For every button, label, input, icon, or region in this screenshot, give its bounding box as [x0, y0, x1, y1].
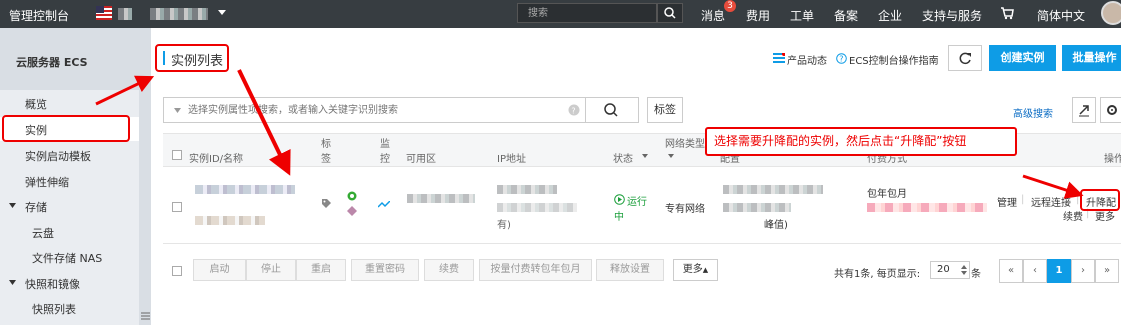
annotation-arrow-1: [95, 75, 155, 106]
annotation-arrows: [95, 69, 1084, 199]
annotation-arrow-3: [1022, 174, 1084, 199]
annotation-arrow-2: [237, 69, 291, 176]
